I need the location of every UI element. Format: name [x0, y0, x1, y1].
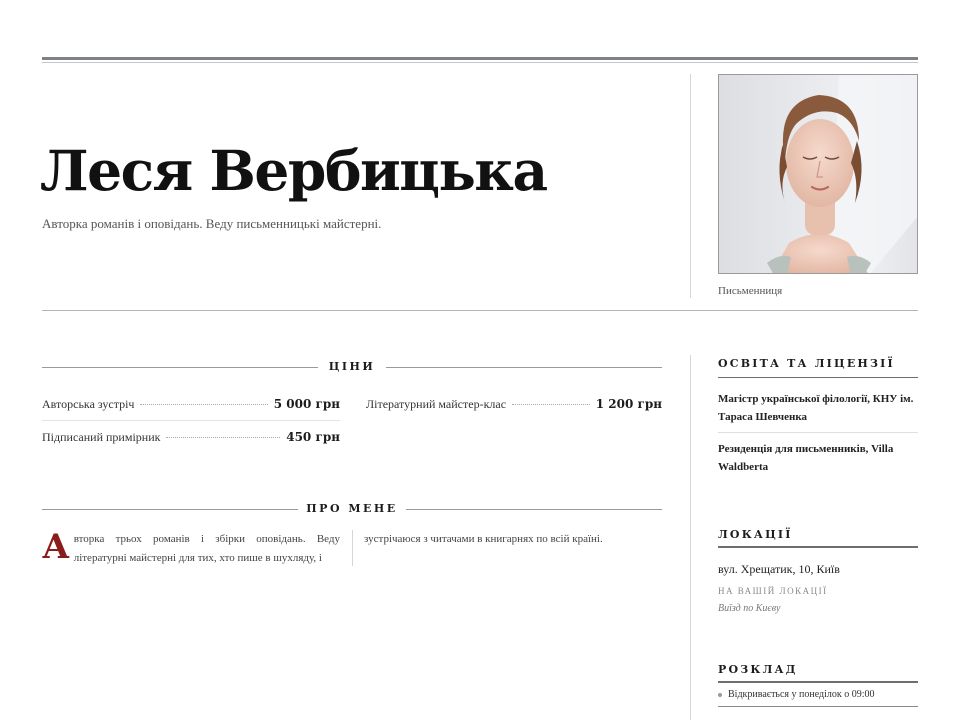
price-item: Підписаний примірник 450 грн [42, 430, 340, 445]
price-value: 5 000 грн [273, 397, 340, 411]
column-divider [352, 530, 353, 566]
bullet-icon [718, 692, 722, 697]
photo-caption: Письменниця [718, 285, 783, 297]
onsite-label: НА ВАШІЙ ЛОКАЦІЇ [718, 586, 828, 596]
header-divider [690, 74, 691, 298]
schedule-item: Відкривається у понеділок о 09:00 [718, 689, 875, 700]
education-item: Магістр української філології, КНУ ім. Т… [718, 393, 914, 423]
profile-tagline: Авторка романів і оповідань. Веду письме… [42, 216, 382, 231]
drop-cap: А [42, 527, 70, 567]
section-divider [42, 310, 918, 311]
prices-heading: ЦІНИ [42, 360, 662, 374]
education-heading: ОСВІТА ТА ЛІЦЕНЗІЇ [718, 357, 895, 370]
profile-name: Леся Вербицька [40, 138, 548, 203]
price-leader [140, 404, 268, 405]
locations-heading: ЛОКАЦІЇ [718, 528, 793, 541]
education-item: Резиденція для письменників, Villa Waldb… [718, 443, 894, 473]
price-label: Авторська зустріч [42, 397, 135, 411]
price-label: Підписаний примірник [42, 430, 161, 444]
prices-heading-label: ЦІНИ [328, 360, 376, 373]
price-item: Авторська зустріч 5 000 грн [42, 397, 340, 412]
education-heading-rule [718, 377, 918, 378]
profile-photo [718, 74, 918, 274]
schedule-heading: РОЗКЛАД [718, 663, 798, 676]
price-item: Літературний майстер-клас 1 200 грн [366, 397, 662, 412]
about-text-column-1: А вторка трьох романів і збірки оповідан… [42, 530, 340, 568]
schedule-text: Відкривається у понеділок о 09:00 [728, 689, 875, 700]
portrait-image [719, 75, 917, 273]
price-label: Літературний майстер-клас [366, 397, 507, 411]
about-text: вторка трьох романів і збірки оповідань.… [73, 533, 340, 564]
sidebar-divider [690, 355, 691, 720]
locations-heading-rule [718, 546, 918, 548]
about-heading-label: ПРО МЕНЕ [306, 502, 398, 515]
price-separator [42, 420, 340, 421]
price-value: 1 200 грн [595, 397, 662, 411]
onsite-note: Виїзд по Києву [718, 603, 781, 614]
price-leader [512, 404, 590, 405]
location-address: вул. Хрещатик, 10, Київ [718, 562, 840, 576]
price-value: 450 грн [286, 430, 340, 444]
education-item-separator [718, 432, 918, 433]
top-rule-secondary [42, 62, 918, 63]
about-heading: ПРО МЕНЕ [42, 502, 662, 516]
about-text-column-2: зустрічаюся з читачами в книгарнях по вс… [364, 533, 603, 545]
schedule-item-rule [718, 706, 918, 707]
price-leader [166, 437, 281, 438]
schedule-heading-rule [718, 681, 918, 683]
top-rule [42, 57, 918, 60]
